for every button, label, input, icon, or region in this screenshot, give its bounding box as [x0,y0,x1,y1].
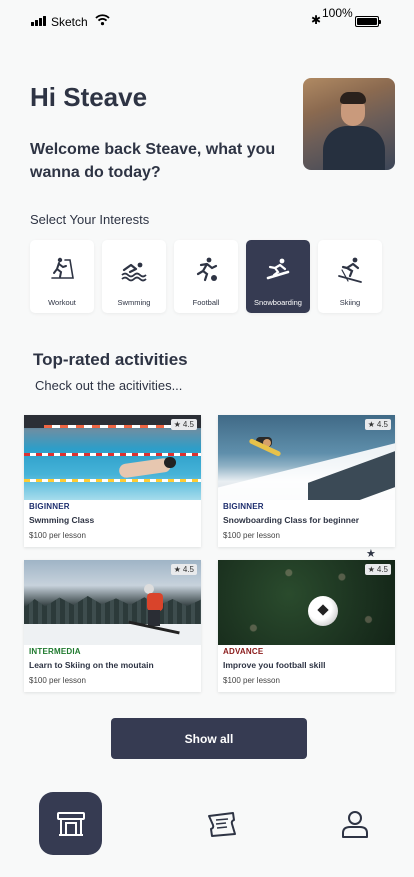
avatar[interactable] [303,78,395,170]
activity-name: Improve you football skill [223,660,326,670]
activity-card[interactable]: ★ 4.5 ADVANCE Improve you football skill… [218,560,395,692]
rating-badge: ★ 4.5 [364,564,391,575]
signal-icon [31,16,46,26]
activity-image: ★ 4.5 [24,415,201,500]
activity-name: Swmming Class [29,515,95,525]
activity-price: $100 per lesson [29,676,86,685]
interest-label: Swmming [117,298,151,307]
tickets-icon [208,812,236,837]
nav-profile-button[interactable] [338,808,372,840]
activity-card[interactable]: ★ 4.5 BIGINNER Snowboarding Class for be… [218,415,395,547]
greeting-title: Hi Steave [30,82,148,112]
activity-image: ★ 4.5 [218,560,395,645]
skier-icon [338,257,362,283]
interests-list: Workout Swmming Football Snowboarding Sk… [30,240,382,313]
welcome-message: Welcome back Steave, what you wanna do t… [30,141,276,181]
section-title: Top-rated activities [33,350,188,369]
section-subtitle: Check out the acitivities... [35,378,183,393]
activity-image: ★ 4.5 [218,415,395,500]
star-icon: ★ [367,420,375,429]
interests-title: Select Your Interests [30,212,150,227]
activity-card[interactable]: ★ 4.5 INTERMEDIA Learn to Skiing on the … [24,560,201,692]
activity-card[interactable]: ★ 4.5 BIGINNER Swmming Class $100 per le… [24,415,201,547]
profile-icon [342,811,368,838]
show-all-button[interactable]: Show all [111,718,307,759]
interest-skiing[interactable]: Skiing [318,240,382,313]
carrier-name: Sketch [51,15,88,29]
interest-label: Workout [48,298,76,307]
star-icon: ★ [173,565,181,574]
nav-tickets-button[interactable] [205,808,239,840]
activity-name: Snowboarding Class for beginner [223,515,360,525]
star-icon: ★ [367,565,375,574]
star-icon: ★ [173,420,181,429]
interest-football[interactable]: Football [174,240,238,313]
activity-price: $100 per lesson [29,531,86,540]
rating-value: 4.5 [182,565,194,574]
activity-level: ADVANCE [223,647,264,656]
rating-value: 4.5 [376,420,388,429]
football-player-icon [196,257,218,282]
rating-badge: ★ 4.5 [170,419,197,430]
wifi-icon [95,14,110,26]
battery-icon [355,16,381,27]
treadmill-icon [51,257,74,279]
bluetooth-icon: ✱ [311,13,322,27]
rating-badge: ★ 4.5 [170,564,197,575]
rating-value: 4.5 [376,565,388,574]
home-icon [56,811,85,836]
rating-value: 4.5 [182,420,194,429]
nav-home-button[interactable] [39,792,102,855]
activity-image: ★ 4.5 [24,560,201,645]
rating-badge: ★ 4.5 [364,419,391,430]
activity-name: Learn to Skiing on the moutain [29,660,154,670]
interest-snowboarding[interactable]: Snowboarding [246,240,310,313]
activity-level: BIGINNER [29,502,70,511]
swimmer-icon [121,262,147,282]
interest-swimming[interactable]: Swmming [102,240,166,313]
activity-level: BIGINNER [223,502,264,511]
activity-price: $100 per lesson [223,531,280,540]
battery-percent: 100% [322,6,353,20]
snowboarder-icon [266,258,290,280]
interest-label: Football [192,298,220,307]
activity-level: INTERMEDIA [29,647,81,656]
interest-label: Skiing [339,298,361,307]
favorite-star-icon[interactable]: ★ [366,547,376,560]
interest-label: Snowboarding [254,298,302,307]
status-bar: Sketch ✱ 100% [0,0,414,44]
activity-price: $100 per lesson [223,676,280,685]
interest-workout[interactable]: Workout [30,240,94,313]
